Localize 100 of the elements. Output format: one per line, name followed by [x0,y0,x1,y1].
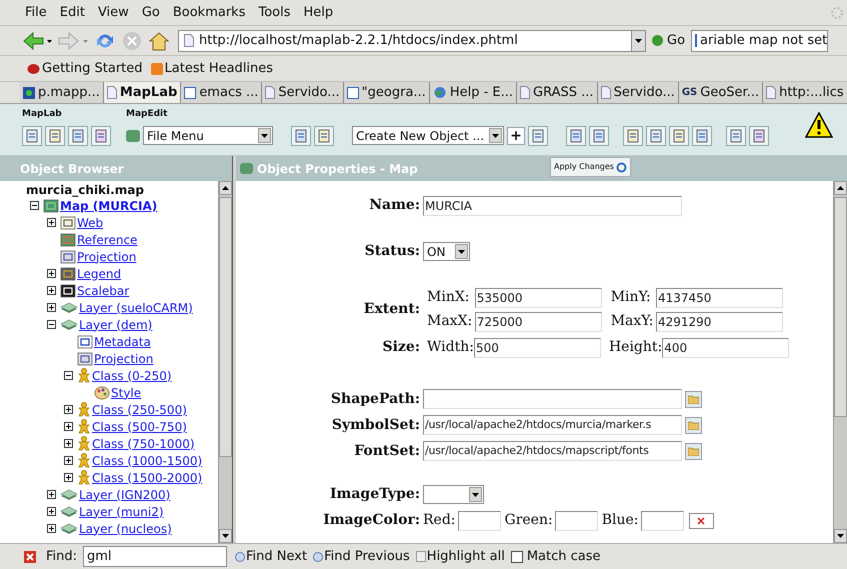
browser-tab[interactable]: Servido... [262,82,344,103]
toolbar-button[interactable] [589,126,609,146]
input-field[interactable]: 4137450 [656,288,783,308]
tree-link[interactable]: Layer (dem) [79,316,152,334]
browser-tab[interactable]: "geogra... [344,82,430,103]
expand-toggle[interactable] [47,218,56,227]
menu-item[interactable]: View [98,2,129,22]
input-field[interactable] [554,510,598,530]
browse-button[interactable] [685,390,702,408]
expand-toggle[interactable] [47,286,56,295]
browser-tab[interactable]: http:...lics [763,82,847,103]
menu-item[interactable]: Edit [60,2,85,22]
menu-item[interactable]: File [25,2,47,22]
expand-toggle[interactable] [64,439,73,448]
color-picker-button[interactable] [688,512,714,528]
toolbar-button[interactable] [291,126,311,146]
input-field[interactable] [423,389,682,409]
toolbar-button[interactable] [566,126,586,146]
menu-item[interactable]: Tools [258,2,291,22]
toolbar-button[interactable] [91,126,111,146]
expand-toggle[interactable] [64,405,73,414]
dropdown[interactable] [423,485,484,504]
browser-tab[interactable]: Servido... [598,82,679,103]
input-field[interactable]: 400 [662,338,790,358]
input-field[interactable]: /usr/local/apache2/htdocs/mapscript/fonts [423,441,682,461]
tree-link[interactable]: Class (1000-1500) [92,452,202,470]
tree-link[interactable]: Map (MURCIA) [60,196,158,214]
scrollbar[interactable] [218,181,232,543]
browser-tab[interactable]: emacs ... [181,82,262,103]
collapse-toggle[interactable] [30,201,39,210]
input-field[interactable]: /usr/local/apache2/htdocs/murcia/marker.s [423,415,682,435]
input-field[interactable] [458,510,501,530]
browser-tab[interactable]: GS GeoSer... [678,82,764,103]
expand-toggle[interactable] [64,456,73,465]
tree-link[interactable]: Class (1500-2000) [92,468,202,486]
bookmark-link[interactable]: Getting Started [27,58,143,78]
toolbar-button[interactable] [45,126,65,146]
toolbar-button[interactable] [68,126,88,146]
toolbar-button[interactable] [749,126,769,146]
tree-link[interactable]: Layer (nucleos) [79,520,172,538]
toolbar-button[interactable] [528,126,548,146]
browse-button[interactable] [685,442,702,460]
tree-link[interactable]: Projection [77,248,136,266]
find-next-button[interactable]: Find Next [235,546,308,566]
expand-toggle[interactable] [47,490,56,499]
input-field[interactable]: 725000 [474,312,602,332]
url-field[interactable]: http://localhost/maplab-2.2.1/htdocs/index.phtml [178,30,646,52]
menu-item[interactable]: Bookmarks [172,2,246,22]
tree-link[interactable]: Layer (muni2) [79,502,164,520]
tree-link[interactable]: Style [111,384,142,402]
toolbar-button[interactable] [22,126,42,146]
toolbar-button[interactable] [692,126,712,146]
dropdown[interactable]: Create New Object ... [352,126,504,145]
browser-tab[interactable]: MapLab [104,82,182,103]
toolbar-button[interactable] [726,126,746,146]
expand-toggle[interactable] [64,473,73,482]
add-button[interactable]: + [507,126,525,144]
browser-tab[interactable]: Help - E... [430,82,518,103]
tree-link[interactable]: Layer (IGN200) [79,486,170,504]
tree-link[interactable]: Class (0-250) [92,366,172,384]
tree-link[interactable]: Class (250-500) [92,400,187,418]
input-field[interactable] [640,510,684,530]
back-arrow-icon[interactable] [22,30,52,50]
tree-link[interactable]: Class (500-750) [92,418,187,436]
dropdown[interactable]: File Menu [143,126,273,145]
tree-link[interactable]: Projection [94,350,154,368]
find-field[interactable]: gml [83,546,228,567]
toolbar-button[interactable] [314,126,334,146]
highlight-button[interactable]: Highlight all [416,546,505,566]
scrollbar[interactable] [833,181,847,543]
tree-link[interactable]: Web [77,214,104,232]
tree-link[interactable]: Legend [77,264,122,282]
match-case-checkbox[interactable]: Match case [510,546,600,566]
tree-link[interactable]: Class (750-1000) [92,434,195,452]
toolbar-button[interactable] [669,126,689,146]
toolbar-button[interactable] [623,126,643,146]
toolbar-button[interactable] [646,126,666,146]
collapse-toggle[interactable] [47,320,56,329]
input-field[interactable]: 4291290 [656,312,783,332]
expand-toggle[interactable] [64,422,73,431]
collapse-toggle[interactable] [64,371,73,380]
close-icon[interactable] [24,550,36,562]
expand-toggle[interactable] [47,524,56,533]
browser-tab[interactable]: p.mapp... [20,82,104,103]
input-field[interactable]: 500 [474,338,601,358]
expand-toggle[interactable] [47,269,56,278]
menu-item[interactable]: Go [142,2,160,22]
tree-link[interactable]: Layer (sueloCARM) [79,298,193,316]
dropdown[interactable]: ON [423,242,470,261]
search-field[interactable]: ariable map not set [691,30,828,52]
browse-button[interactable] [685,416,702,434]
expand-toggle[interactable] [47,303,56,312]
find-previous-button[interactable]: Find Previous [313,546,410,566]
menu-item[interactable]: Help [304,2,334,22]
input-field[interactable]: 535000 [474,288,602,308]
bookmark-link[interactable]: Latest Headlines [150,58,274,78]
tree-link[interactable]: Reference [77,230,138,248]
home-icon[interactable] [148,30,170,50]
browser-tab[interactable]: GRASS ... [517,82,598,103]
tree-link[interactable]: Metadata [94,332,151,350]
